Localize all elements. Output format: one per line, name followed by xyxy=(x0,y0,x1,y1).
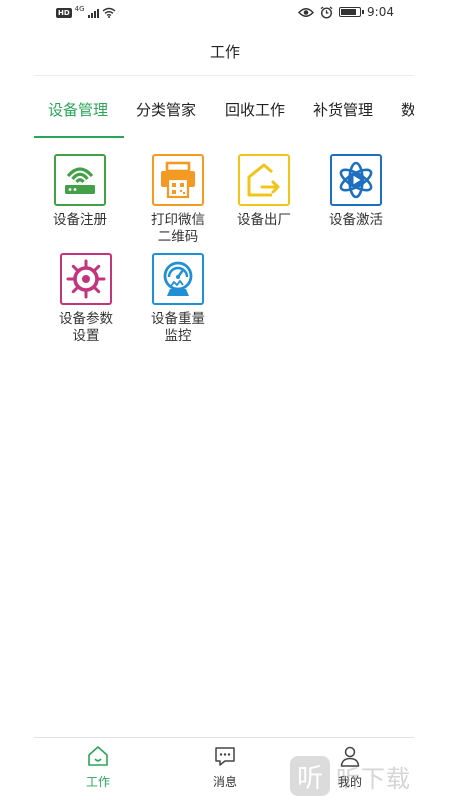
house-exit-icon xyxy=(247,163,280,197)
tab-label: 数 xyxy=(401,101,414,119)
tile xyxy=(54,154,106,206)
gauge-monitor-icon xyxy=(163,261,193,296)
ship-wheel-icon xyxy=(66,259,106,299)
grid-item-label: 设备出厂 xyxy=(237,212,291,228)
grid-item-device-weight-monitoring[interactable]: 设备重量 监控 xyxy=(133,253,223,345)
home-icon xyxy=(88,746,108,766)
grid-item-print-wechat-qrcode[interactable]: 打印微信 二维码 xyxy=(133,154,223,246)
status-right: 9:04 xyxy=(298,5,394,19)
tab-data[interactable]: 数 xyxy=(401,82,414,137)
hd-badge: HD xyxy=(56,7,72,18)
printer-qrcode-icon xyxy=(161,161,195,199)
network-type: 4G xyxy=(74,4,85,13)
tab-label: 补货管理 xyxy=(313,101,374,119)
tile xyxy=(238,154,290,206)
router-wifi-icon xyxy=(65,167,95,194)
grid-item-label: 打印微信 二维码 xyxy=(151,212,205,245)
nav-label: 消息 xyxy=(212,775,237,789)
tile xyxy=(152,154,204,206)
tab-sorting-butler[interactable]: 分类管家 xyxy=(136,82,196,137)
tab-bar: 设备管理 分类管家 回收工作 补货管理 数 xyxy=(34,82,414,140)
grid-item-device-register[interactable]: 设备注册 xyxy=(35,154,125,229)
grid-item-label: 设备参数 设置 xyxy=(59,311,113,344)
atom-play-icon xyxy=(339,161,373,199)
clock: 9:04 xyxy=(367,5,394,19)
watermark: 听 听下载 xyxy=(290,756,411,796)
watermark-logo: 听 xyxy=(290,756,330,796)
tab-device-management[interactable]: 设备管理 xyxy=(48,82,108,137)
nav-item-messages[interactable]: 消息 xyxy=(185,744,265,790)
tab-indicator xyxy=(34,136,124,138)
grid-item-label: 设备激活 xyxy=(329,212,383,228)
tile xyxy=(60,253,112,305)
battery-icon xyxy=(339,7,365,17)
grid-item-device-parameter-settings[interactable]: 设备参数 设置 xyxy=(41,253,131,345)
watermark-text: 听下载 xyxy=(336,764,411,793)
grid-item-device-activation[interactable]: 设备激活 xyxy=(311,154,401,229)
tab-label: 设备管理 xyxy=(48,101,109,119)
tab-label: 回收工作 xyxy=(225,101,286,119)
tab-label: 分类管家 xyxy=(136,101,197,119)
page-title: 工作 xyxy=(209,42,240,61)
status-left: HD 4G xyxy=(56,4,116,18)
eye-icon xyxy=(298,7,315,17)
header-divider xyxy=(34,75,414,76)
grid-item-device-factory-exit[interactable]: 设备出厂 xyxy=(219,154,309,229)
grid-item-label: 设备注册 xyxy=(53,212,107,228)
bottom-nav-divider xyxy=(34,737,414,738)
wifi-icon xyxy=(102,7,116,18)
status-bar: HD 4G 9:04 xyxy=(0,0,450,26)
signal-icon xyxy=(87,8,99,18)
alarm-icon xyxy=(320,5,333,19)
tab-restock-management[interactable]: 补货管理 xyxy=(313,82,373,137)
header: 工作 xyxy=(0,26,450,76)
nav-item-work[interactable]: 工作 xyxy=(58,744,138,790)
tab-recycling-work[interactable]: 回收工作 xyxy=(225,82,285,137)
nav-label: 工作 xyxy=(85,775,110,789)
grid-item-label: 设备重量 监控 xyxy=(151,311,205,344)
message-icon xyxy=(215,747,235,766)
tile xyxy=(330,154,382,206)
tile xyxy=(152,253,204,305)
